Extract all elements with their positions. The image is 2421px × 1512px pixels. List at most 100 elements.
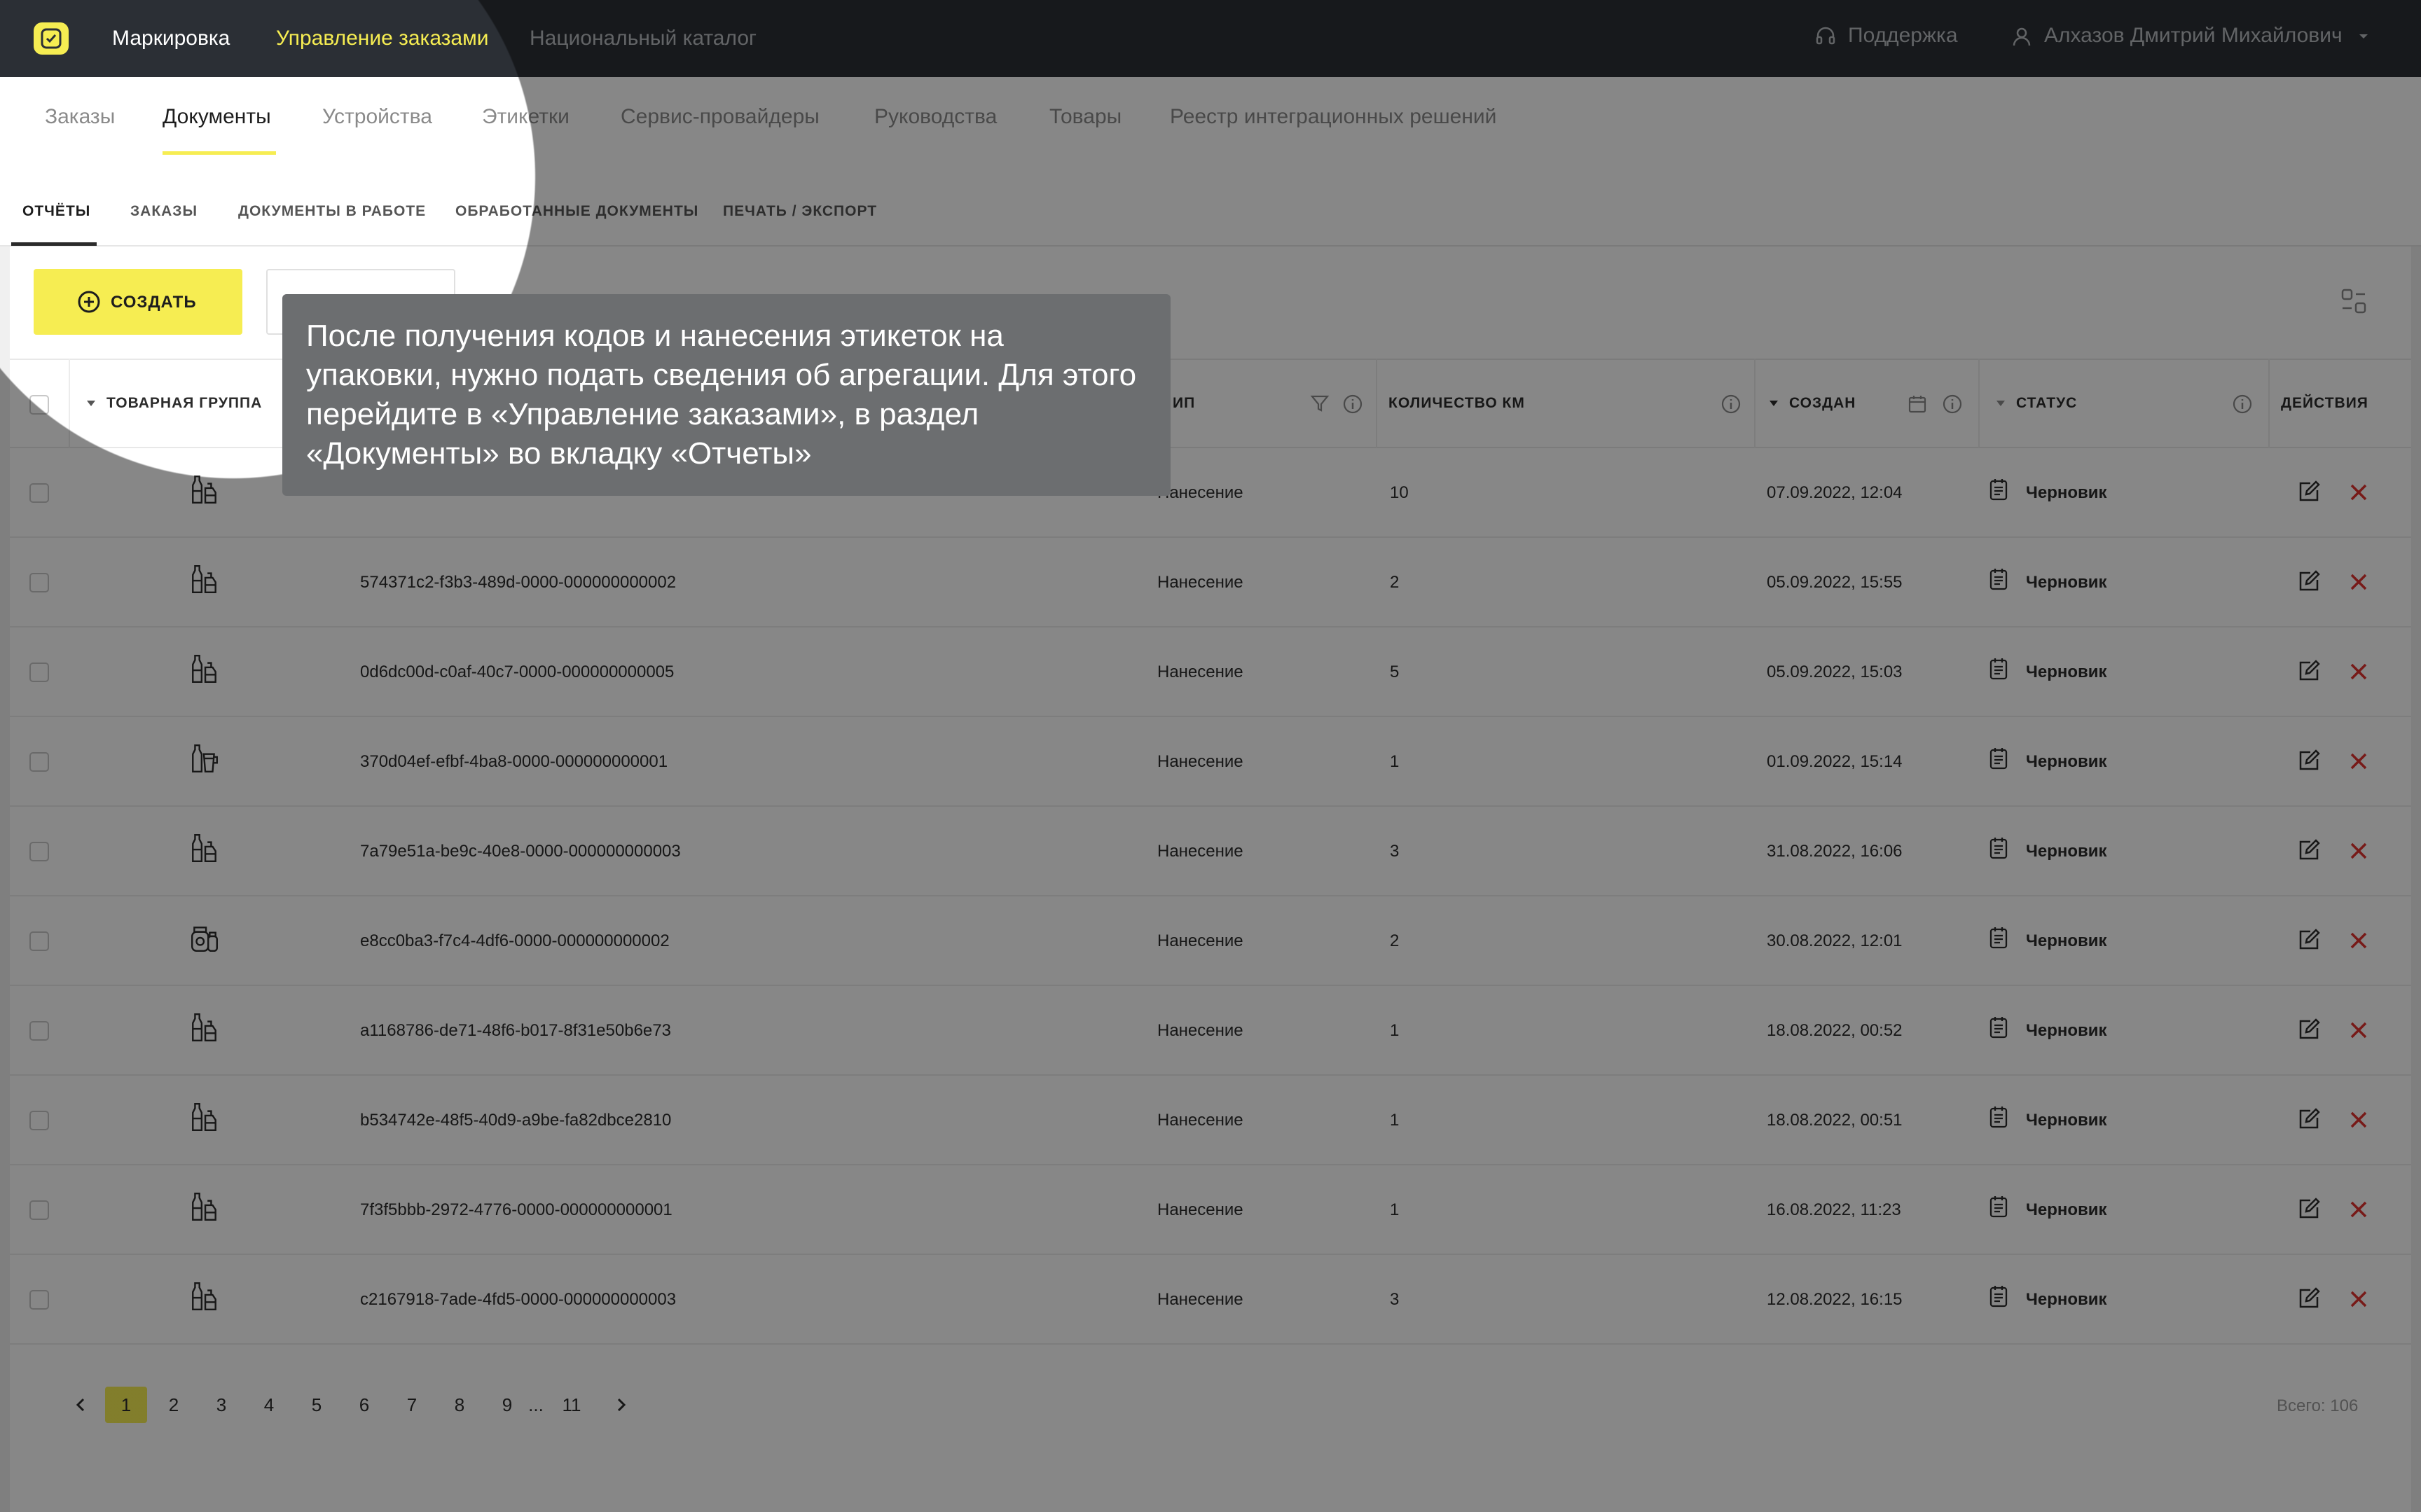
topnav-order-management[interactable]: Управление заказами [276,27,489,50]
chevron-right-icon[interactable] [612,1396,629,1413]
sort-down-icon[interactable] [85,398,97,409]
table-row[interactable]: b534742e-48f5-40d9-a9be-fa82dbce2810 Нане… [10,1076,2411,1165]
page-button[interactable]: 3 [200,1387,242,1423]
page-button[interactable]: 6 [343,1387,385,1423]
filter-icon[interactable] [1310,394,1330,413]
edit-icon[interactable] [2296,1286,2322,1311]
tab-processed-documents[interactable]: ОБРАБОТАННЫЕ ДОКУМЕНТЫ [455,203,698,220]
row-checkbox[interactable] [29,752,49,772]
table-row[interactable]: 0d6dc00d-c0af-40c7-0000-000000000005 Нане… [10,627,2411,717]
sort-down-icon[interactable] [1995,398,2006,409]
header-km-count[interactable]: КОЛИЧЕСТВО КМ [1388,395,1525,412]
header-product-group[interactable]: ТОВАРНАЯ ГРУППА [106,395,262,412]
document-id[interactable]: 7f3f5bbb-2972-4776-0000-000000000001 [360,1200,672,1220]
header-created[interactable]: СОЗДАН [1789,395,1856,412]
document-id[interactable]: 370d04ef-efbf-4ba8-0000-000000000001 [360,752,668,772]
table-row[interactable]: e8cc0ba3-f7c4-4df6-0000-000000000002 Нане… [10,896,2411,986]
edit-icon[interactable] [2296,748,2322,773]
edit-icon[interactable] [2296,838,2322,863]
subnav-integration-registry[interactable]: Реестр интеграционных решений [1170,105,1496,129]
edit-icon[interactable] [2296,1107,2322,1132]
table-row[interactable]: 370d04ef-efbf-4ba8-0000-000000000001 Нане… [10,717,2411,807]
header-status[interactable]: СТАТУС [2016,395,2077,412]
active-subnav-indicator [163,151,276,155]
delete-icon[interactable] [2348,840,2369,861]
create-button[interactable]: СОЗДАТЬ [34,269,242,335]
delete-icon[interactable] [2348,751,2369,772]
delete-icon[interactable] [2348,1109,2369,1130]
subnav-devices[interactable]: Устройства [322,105,432,129]
select-all-checkbox[interactable] [29,395,49,415]
edit-icon[interactable] [2296,1017,2322,1042]
subnav-orders[interactable]: Заказы [45,105,115,129]
row-checkbox[interactable] [29,573,49,592]
delete-icon[interactable] [2348,1020,2369,1041]
document-id[interactable]: 0d6dc00d-c0af-40c7-0000-000000000005 [360,663,674,682]
table-row[interactable]: c2167918-7ade-4fd5-0000-000000000003 Нане… [10,1255,2411,1345]
row-checkbox[interactable] [29,1200,49,1220]
status-badge: Черновик [2026,842,2107,861]
page-button[interactable]: 1 [105,1387,147,1423]
document-id[interactable]: 7a79e51a-be9c-40e8-0000-000000000003 [360,842,681,861]
row-checkbox[interactable] [29,483,49,503]
tab-print-export[interactable]: ПЕЧАТЬ / ЭКСПОРТ [723,203,877,220]
row-checkbox[interactable] [29,663,49,682]
subnav-goods[interactable]: Товары [1049,105,1122,129]
row-checkbox[interactable] [29,842,49,861]
topnav-markirovka[interactable]: Маркировка [112,27,230,50]
status-badge: Черновик [2026,1111,2107,1130]
delete-icon[interactable] [2348,1289,2369,1310]
edit-icon[interactable] [2296,658,2322,684]
topnav-national-catalog[interactable]: Национальный каталог [530,27,757,50]
page-button[interactable]: 5 [296,1387,338,1423]
table-row[interactable]: 7a79e51a-be9c-40e8-0000-000000000003 Нане… [10,807,2411,896]
subnav-service-providers[interactable]: Сервис-провайдеры [621,105,820,129]
table-row[interactable]: 574371c2-f3b3-489d-0000-000000000002 Нане… [10,538,2411,627]
subnav-documents[interactable]: Документы [163,105,271,129]
info-icon[interactable] [1942,394,1963,415]
delete-icon[interactable] [2348,482,2369,503]
table-row[interactable]: a1168786-de71-48f6-b017-8f31e50b6e73 Нане… [10,986,2411,1076]
delete-icon[interactable] [2348,661,2369,682]
page-button[interactable]: 9 [486,1387,528,1423]
row-checkbox[interactable] [29,1111,49,1130]
tab-documents-in-progress[interactable]: ДОКУМЕНТЫ В РАБОТЕ [238,203,426,220]
row-checkbox[interactable] [29,931,49,951]
table-row[interactable]: 7f3f5bbb-2972-4776-0000-000000000001 Нане… [10,1165,2411,1255]
delete-icon[interactable] [2348,1199,2369,1220]
info-icon[interactable] [1720,394,1741,415]
delete-icon[interactable] [2348,571,2369,592]
support-link[interactable]: Поддержка [1814,24,1958,48]
delete-icon[interactable] [2348,930,2369,951]
edit-icon[interactable] [2296,1196,2322,1221]
header-type[interactable]: ИП [1173,395,1195,412]
page-button[interactable]: 7 [391,1387,433,1423]
row-checkbox[interactable] [29,1021,49,1041]
page-button[interactable]: 2 [153,1387,195,1423]
document-id[interactable]: b534742e-48f5-40d9-a9be-fa82dbce2810 [360,1111,671,1130]
document-id[interactable]: a1168786-de71-48f6-b017-8f31e50b6e73 [360,1021,671,1041]
page-button[interactable]: 8 [439,1387,481,1423]
edit-icon[interactable] [2296,927,2322,952]
calendar-icon[interactable] [1907,394,1928,415]
subnav-labels[interactable]: Этикетки [482,105,570,129]
tab-orders[interactable]: ЗАКАЗЫ [130,203,198,220]
chevron-left-icon[interactable] [73,1396,90,1413]
document-id[interactable]: e8cc0ba3-f7c4-4df6-0000-000000000002 [360,931,670,951]
row-checkbox[interactable] [29,1290,49,1310]
page-button[interactable]: 11 [551,1387,593,1423]
sort-down-icon[interactable] [1768,398,1779,409]
total-count: Всего: 106 [2277,1396,2359,1415]
info-icon[interactable] [1342,394,1363,415]
document-id[interactable]: c2167918-7ade-4fd5-0000-000000000003 [360,1290,676,1310]
edit-icon[interactable] [2296,569,2322,594]
document-id[interactable]: 574371c2-f3b3-489d-0000-000000000002 [360,573,676,592]
columns-settings-icon[interactable] [2340,287,2368,315]
edit-icon[interactable] [2296,479,2322,504]
subnav-guides[interactable]: Руководства [874,105,997,129]
user-menu[interactable]: Алхазов Дмитрий Михайлович [2010,24,2371,48]
info-icon[interactable] [2232,394,2253,415]
tab-reports[interactable]: ОТЧЁТЫ [22,203,90,220]
logo-icon[interactable] [34,22,69,55]
page-button[interactable]: 4 [248,1387,290,1423]
